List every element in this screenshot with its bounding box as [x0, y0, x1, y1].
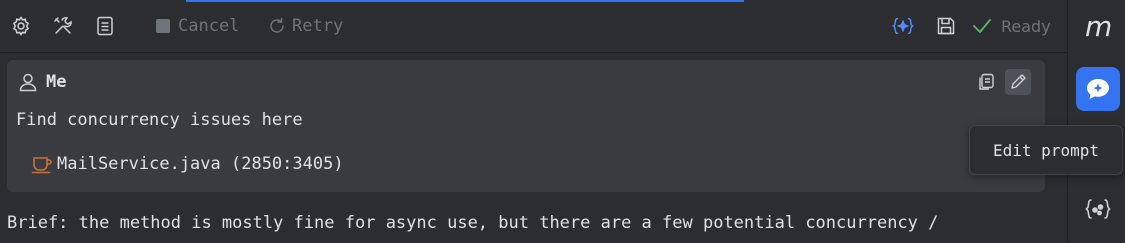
ready-label: Ready	[1001, 16, 1051, 36]
edit-prompt-tooltip: Edit prompt	[969, 125, 1123, 175]
pencil-icon	[1009, 73, 1027, 91]
save-icon[interactable]	[935, 15, 957, 37]
file-reference-label: MailService.java (2850:3405)	[57, 154, 344, 174]
edit-prompt-button[interactable]	[1005, 69, 1031, 95]
app-logo: m	[1085, 10, 1113, 43]
chat-bubble-icon	[1085, 77, 1111, 101]
status-ready: Ready	[972, 15, 1051, 37]
gear-icon[interactable]	[10, 15, 32, 37]
ai-chat-button[interactable]	[1076, 67, 1120, 111]
author-name: Me	[46, 72, 67, 92]
document-icon[interactable]	[94, 15, 116, 37]
ai-context-icon[interactable]	[892, 15, 914, 37]
ai-code-context-icon[interactable]	[1085, 196, 1111, 222]
cancel-button[interactable]: Cancel	[154, 15, 239, 37]
toolbar: Cancel Retry Ready	[0, 0, 1067, 53]
retry-button[interactable]: Retry	[268, 15, 343, 37]
copy-icon[interactable]	[973, 69, 999, 95]
checkmark-icon	[972, 18, 992, 34]
user-message-card: Me Find concurrency issues here MailServ…	[7, 60, 1045, 192]
message-text: Find concurrency issues here	[16, 110, 303, 130]
message-actions	[973, 69, 1031, 95]
assistant-response-text: Brief: the method is mostly fine for asy…	[7, 213, 939, 233]
wrench-screwdriver-icon[interactable]	[52, 15, 74, 37]
java-file-icon	[31, 154, 53, 174]
stop-icon	[154, 17, 172, 35]
retry-label: Retry	[292, 16, 344, 36]
right-tool-strip: m	[1067, 0, 1125, 243]
file-reference-link[interactable]: MailService.java (2850:3405)	[31, 154, 344, 174]
cancel-label: Cancel	[178, 16, 240, 36]
retry-icon	[268, 17, 286, 35]
user-icon	[18, 72, 38, 92]
message-author: Me	[18, 72, 66, 92]
